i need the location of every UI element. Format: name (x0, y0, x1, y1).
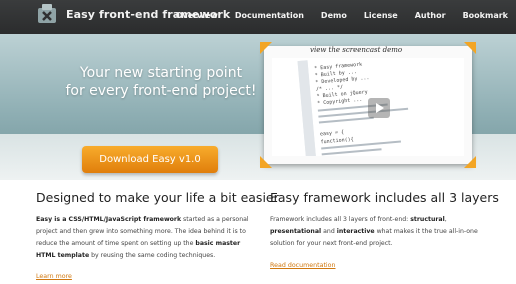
corner-ribbon-top-left (260, 42, 272, 54)
code-line (321, 148, 382, 156)
screencast-video[interactable]: * Easy framework * Built by ... * Develo… (260, 42, 476, 168)
code-line (318, 116, 374, 124)
left-bold-1: Easy is a CSS/HTML/JavaScript framework (36, 216, 182, 223)
right-text-2: , (444, 216, 447, 223)
learn-more-link[interactable]: Learn more (36, 273, 72, 280)
right-paragraph: Framework includes all 3 layers of front… (270, 214, 485, 250)
nav-documentation[interactable]: Documentation (235, 11, 304, 20)
x-box-logo-icon[interactable] (36, 3, 58, 25)
right-bold-2: presentational (270, 228, 322, 235)
main-nav: Overview Documentation Demo License Auth… (176, 11, 508, 20)
read-documentation-link[interactable]: Read documentation (270, 262, 336, 269)
nav-author[interactable]: Author (415, 11, 446, 20)
top-navbar: Easy front-end framework Overview Docume… (0, 0, 516, 34)
nav-demo[interactable]: Demo (321, 11, 347, 20)
right-text-1: Framework includes all 3 layers of front… (270, 216, 411, 223)
tagline-line-1: Your new starting point (79, 65, 243, 81)
download-button[interactable]: Download Easy v1.0 (82, 146, 218, 173)
left-heading: Designed to make your life a bit easier (36, 190, 279, 205)
hero-tagline: Your new starting point for every front-… (56, 64, 266, 100)
code-line: easy = { (319, 129, 345, 138)
right-column: Easy framework includes all 3 layers Fra… (270, 190, 499, 250)
right-heading: Easy framework includes all 3 layers (270, 190, 499, 205)
video-frame: * Easy framework * Built by ... * Develo… (272, 58, 464, 156)
tagline-line-2: for every front-end project! (65, 83, 257, 99)
screencast-label[interactable]: view the screencast demo (310, 46, 402, 54)
right-bold-3: interactive (336, 228, 375, 235)
nav-bookmark[interactable]: Bookmark (463, 11, 508, 20)
left-column: Designed to make your life a bit easier … (36, 190, 279, 262)
left-paragraph: Easy is a CSS/HTML/JavaScript framework … (36, 214, 251, 262)
nav-overview[interactable]: Overview (176, 11, 218, 20)
left-text-2: by reusing the same coding techniques. (89, 252, 216, 259)
corner-ribbon-top-right (464, 42, 476, 54)
play-icon[interactable] (368, 98, 390, 118)
nav-license[interactable]: License (364, 11, 398, 20)
right-text-3: and (321, 228, 337, 235)
corner-ribbon-bottom-right (464, 156, 476, 168)
corner-ribbon-bottom-left (260, 156, 272, 168)
right-bold-1: structural (410, 216, 445, 223)
